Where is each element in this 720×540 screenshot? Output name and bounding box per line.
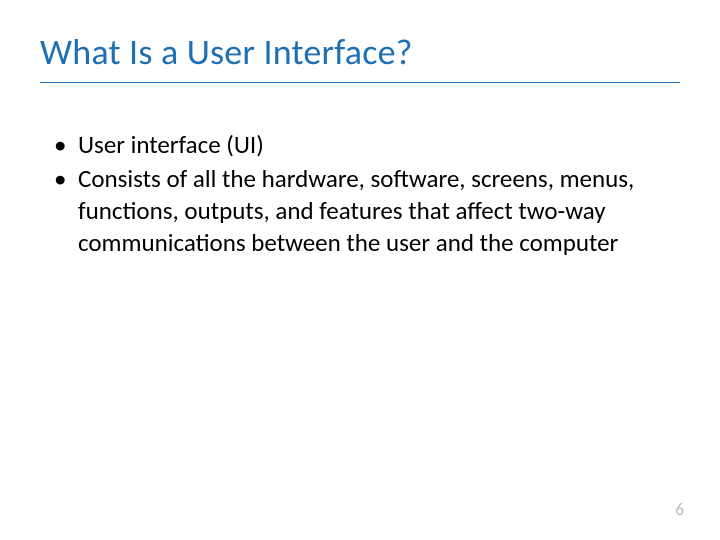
list-item: User interface (UI) (52, 129, 660, 161)
list-item: Consists of all the hardware, software, … (52, 163, 660, 259)
bullet-list: User interface (UI) Consists of all the … (0, 83, 720, 259)
page-number: 6 (675, 499, 684, 520)
slide-title: What Is a User Interface? (0, 0, 720, 74)
